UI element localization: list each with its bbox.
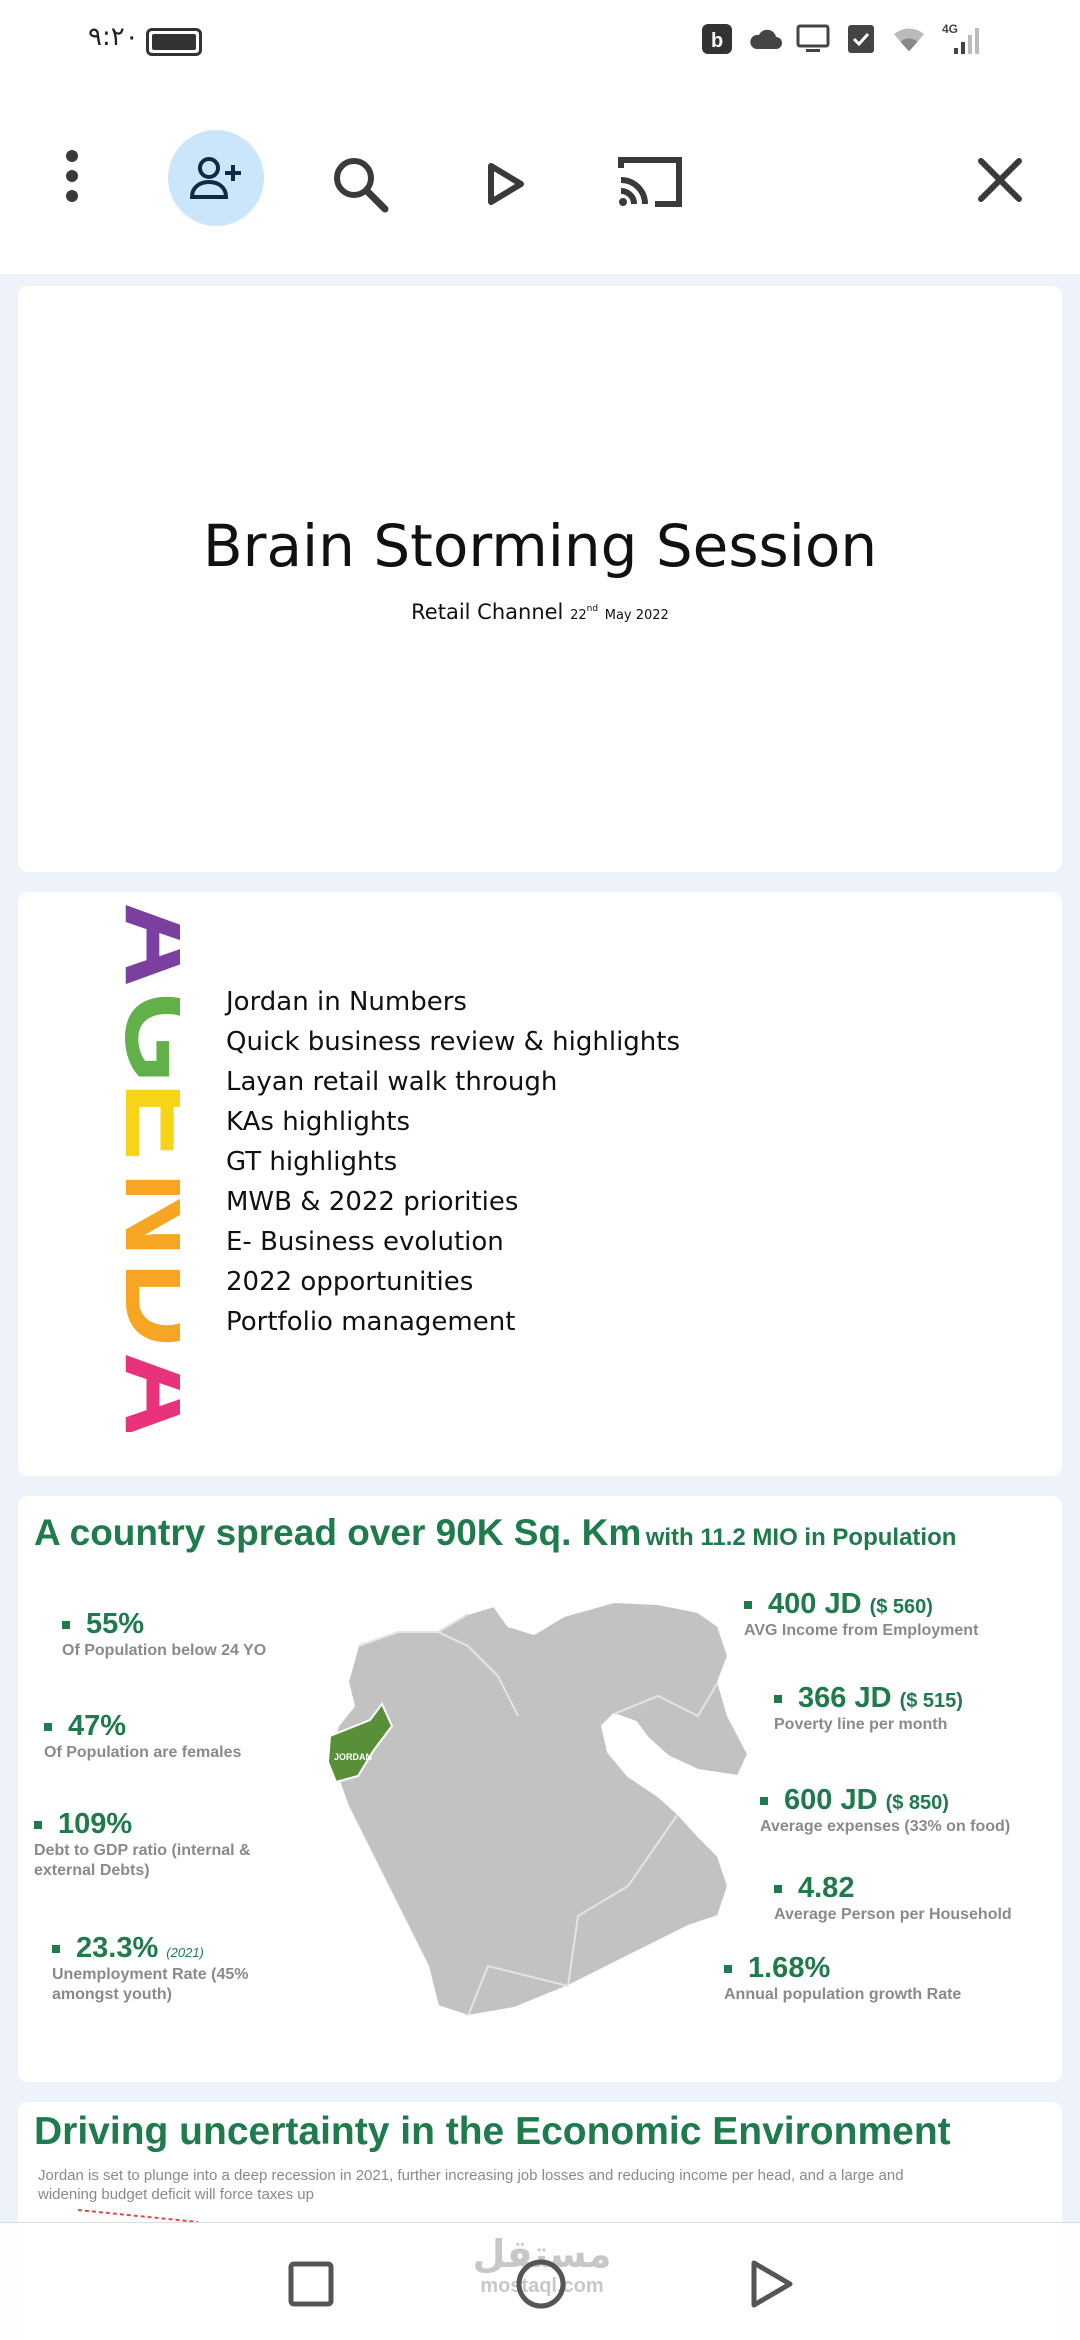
stat-debt-gdp: 109% Debt to GDP ratio (internal & exter… xyxy=(34,1808,274,1881)
system-nav-bar: مستقل mostaql.com xyxy=(0,2222,1080,2340)
stat-desc: Of Population below 24 YO xyxy=(62,1642,267,1659)
slide-1-title: Brain Storming Session xyxy=(202,512,878,580)
date-day: 22 xyxy=(570,608,587,623)
date-rest: May 2022 xyxy=(604,608,669,623)
search-icon xyxy=(334,158,389,213)
stat-desc: Debt to GDP ratio (internal & external D… xyxy=(34,1842,251,1879)
stat-usd: ($ 560) xyxy=(869,1596,933,1618)
title-sub: with 11.2 MIO in Population xyxy=(645,1524,957,1551)
stat-poverty-line: 366 JD ($ 515) Poverty line per month xyxy=(774,1682,963,1735)
cast-button[interactable] xyxy=(610,142,690,222)
close-button[interactable] xyxy=(960,140,1040,220)
stat-desc: AVG Income from Employment xyxy=(744,1622,979,1639)
agenda-letter-6: A xyxy=(100,1352,180,1432)
stat-desc: Of Population are females xyxy=(44,1744,242,1761)
recents-button[interactable] xyxy=(276,2249,346,2319)
b-icon: b xyxy=(700,22,734,56)
agenda-item: 2022 opportunities xyxy=(226,1267,474,1297)
stat-females: 47% Of Population are females xyxy=(44,1710,241,1763)
status-time: ٩:٢٠ xyxy=(88,22,139,52)
stat-value: 366 JD xyxy=(798,1682,892,1714)
agenda-letter-3: E xyxy=(100,1082,180,1161)
back-button[interactable] xyxy=(736,2249,806,2319)
agenda-graphic: A G E N D A xyxy=(100,902,180,1432)
stat-usd: ($ 515) xyxy=(899,1690,963,1712)
subtitle-text: Retail Channel xyxy=(411,600,564,624)
agenda-item: KAs highlights xyxy=(226,1107,411,1137)
agenda-letter-2: G xyxy=(100,992,180,1084)
stat-value: 23.3% xyxy=(76,1932,159,1964)
slide-3-title: A country spread over 90K Sq. Km with 11… xyxy=(34,1512,956,1554)
stat-value: 4.82 xyxy=(798,1872,855,1904)
title-main: A country spread over 90K Sq. Km xyxy=(34,1512,642,1553)
agenda-item: Layan retail walk through xyxy=(226,1067,558,1097)
stat-year: (2021) xyxy=(166,1945,204,1960)
wifi-icon xyxy=(892,22,926,56)
person-add-icon xyxy=(189,157,241,199)
monitor-icon xyxy=(796,22,830,56)
slide-1-subtitle: Retail Channel 22nd May 2022 xyxy=(18,600,1062,624)
stat-unemployment: 23.3% (2021) Unemployment Rate (45% amon… xyxy=(52,1932,282,2005)
close-icon xyxy=(978,158,1022,202)
agenda-letter-4: N xyxy=(100,1172,180,1257)
battery-icon xyxy=(146,28,202,56)
date-suffix: nd xyxy=(586,604,599,614)
stat-household-size: 4.82 Average Person per Household xyxy=(774,1872,1012,1925)
signal-icon: 4G xyxy=(940,22,988,56)
stat-value: 47% xyxy=(68,1710,127,1742)
slide-1-thumbnail[interactable]: Brain Storming Session Retail Channel 22… xyxy=(18,286,1062,872)
stat-value: 109% xyxy=(58,1808,133,1840)
agenda-item: GT highlights xyxy=(226,1147,398,1177)
svg-text:b: b xyxy=(711,30,723,52)
stat-growth-rate: 1.68% Annual population growth Rate xyxy=(724,1952,961,2005)
jordan-label: JORDAN xyxy=(334,1752,372,1762)
cast-icon xyxy=(618,157,682,207)
status-icons: b 4G xyxy=(700,22,988,56)
more-vert-icon xyxy=(66,150,78,202)
status-bar: ٩:٢٠ b 4G xyxy=(0,0,1080,84)
network-type: 4G xyxy=(942,22,958,36)
present-button[interactable] xyxy=(470,144,540,224)
agenda-item: Jordan in Numbers xyxy=(226,987,467,1017)
clipboard-check-icon xyxy=(844,22,878,56)
play-icon xyxy=(488,163,524,205)
recents-square-icon xyxy=(288,2261,334,2307)
slide-2-thumbnail[interactable]: A G E N D A Jordan in Numbers Quick busi… xyxy=(18,892,1062,1476)
slide-4-description: Jordan is set to plunge into a deep rece… xyxy=(38,2167,904,2203)
stat-desc: Annual population growth Rate xyxy=(724,1986,962,2003)
top-toolbar xyxy=(0,84,1080,274)
agenda-item: Quick business review & highlights xyxy=(226,1027,681,1057)
search-button[interactable] xyxy=(320,144,400,224)
agenda-letter-5: D xyxy=(100,1262,180,1347)
back-triangle-icon xyxy=(751,2260,793,2308)
stat-desc: Average expenses (33% on food) xyxy=(760,1818,1011,1835)
agenda-list: Jordan in Numbers Quick business review … xyxy=(226,982,680,1342)
agenda-item: MWB & 2022 priorities xyxy=(226,1187,519,1217)
stat-desc: Average Person per Household xyxy=(774,1906,1012,1923)
middle-east-map: JORDAN xyxy=(326,1600,750,2018)
agenda-item: Portfolio management xyxy=(226,1307,516,1337)
agenda-letter-1: A xyxy=(100,902,180,987)
cloud-icon xyxy=(748,22,782,56)
add-person-button[interactable] xyxy=(168,130,264,226)
agenda-item: E- Business evolution xyxy=(226,1227,504,1257)
slide-3-thumbnail[interactable]: A country spread over 90K Sq. Km with 11… xyxy=(18,1496,1062,2082)
stat-value: 400 JD xyxy=(768,1588,862,1620)
stat-avg-expenses: 600 JD ($ 850) Average expenses (33% on … xyxy=(760,1784,1010,1837)
stat-value: 55% xyxy=(86,1608,145,1640)
stat-desc: Unemployment Rate (45% amongst youth) xyxy=(52,1966,249,2003)
slide-4-title: Driving uncertainty in the Economic Envi… xyxy=(34,2110,951,2153)
home-circle-icon xyxy=(516,2259,566,2309)
home-button[interactable] xyxy=(506,2249,576,2319)
stat-usd: ($ 850) xyxy=(885,1792,949,1814)
more-options-button[interactable] xyxy=(40,144,104,208)
stat-value: 600 JD xyxy=(784,1784,878,1816)
stat-avg-income: 400 JD ($ 560) AVG Income from Employmen… xyxy=(744,1588,978,1641)
stat-population-under-24: 55% Of Population below 24 YO xyxy=(62,1608,266,1661)
stat-desc: Poverty line per month xyxy=(774,1716,948,1733)
stat-value: 1.68% xyxy=(748,1952,831,1984)
